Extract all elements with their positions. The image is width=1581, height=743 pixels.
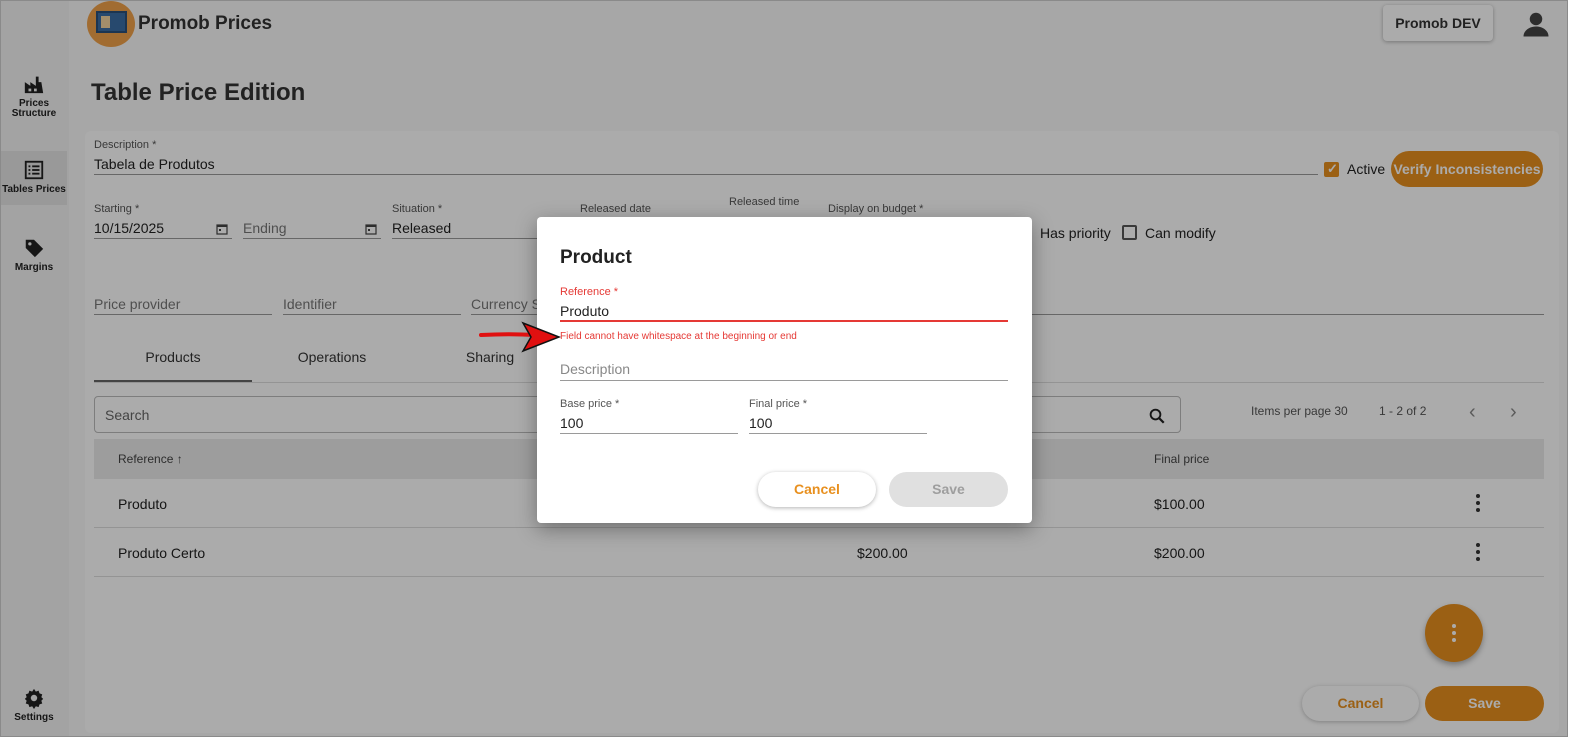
base-price-input[interactable]: 100 [560, 412, 738, 434]
base-price-field[interactable]: Base price * 100 [560, 398, 738, 434]
dialog-save-button[interactable]: Save [889, 472, 1008, 507]
reference-field[interactable]: Reference * Produto [560, 286, 1008, 322]
reference-label: Reference * [560, 286, 619, 298]
description-field[interactable]: Description [560, 357, 1008, 381]
final-price-label: Final price * [749, 398, 808, 410]
app-window: Prices Structure Tables Prices Margins S… [0, 0, 1568, 737]
dialog-cancel-button[interactable]: Cancel [758, 472, 876, 507]
product-dialog: Product Reference * Produto Field cannot… [537, 217, 1032, 523]
reference-input[interactable]: Produto [560, 300, 1008, 322]
base-price-label: Base price * [560, 398, 620, 410]
reference-error-message: Field cannot have whitespace at the begi… [560, 331, 797, 342]
annotation-arrow-icon [479, 321, 562, 353]
final-price-field[interactable]: Final price * 100 [749, 398, 927, 434]
final-price-input[interactable]: 100 [749, 412, 927, 434]
description-input[interactable]: Description [560, 357, 1008, 381]
dialog-title: Product [560, 247, 632, 268]
